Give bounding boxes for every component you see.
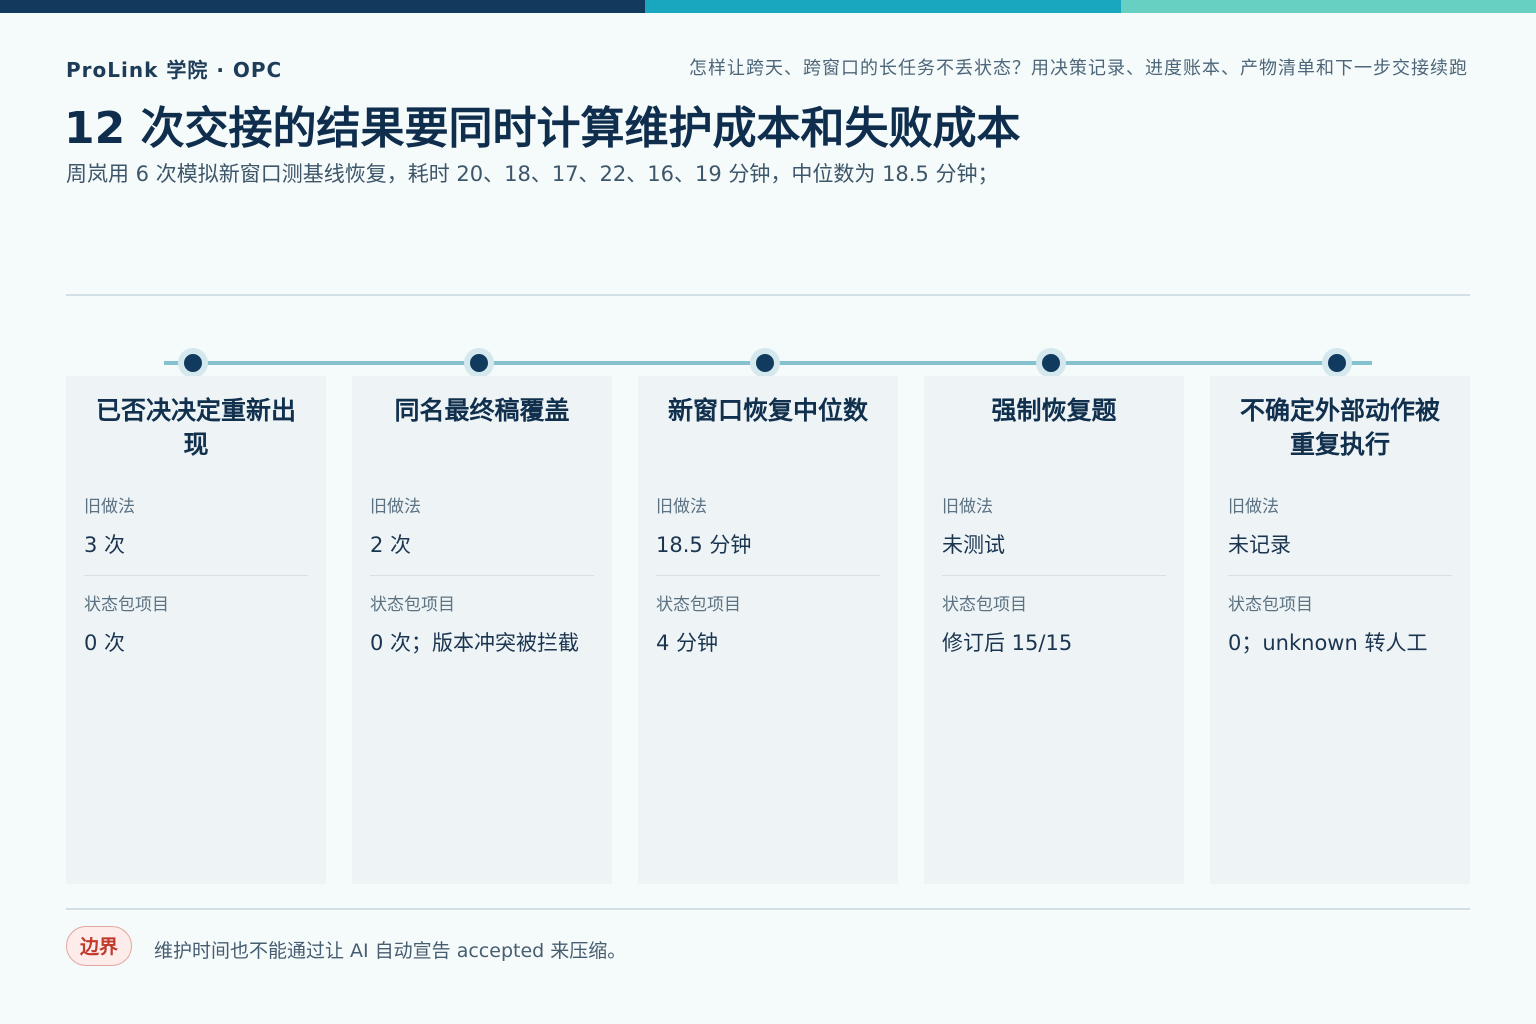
top-divider [66, 294, 1470, 296]
card-title: 新窗口恢复中位数 [667, 396, 868, 425]
bottom-divider [66, 908, 1470, 910]
metric-card: 同名最终稿覆盖 旧做法 2 次 状态包项目 0 次；版本冲突被拦截 [352, 376, 612, 884]
old-method-value: 18.5 分钟 [656, 533, 752, 557]
card-title: 已否决决定重新出现 [95, 396, 296, 459]
boundary-badge: 边界 [66, 926, 132, 966]
old-method-value: 2 次 [370, 533, 412, 557]
state-pack-value: 4 分钟 [656, 631, 719, 655]
timeline-dot [464, 348, 494, 378]
state-pack-value: 0 次 [84, 631, 126, 655]
metric-card: 已否决决定重新出现 旧做法 3 次 状态包项目 0 次 [66, 376, 326, 884]
card-divider [370, 575, 594, 576]
state-pack-label: 状态包项目 [370, 595, 455, 615]
boundary-note: 维护时间也不能通过让 AI 自动宣告 accepted 来压缩。 [154, 940, 627, 962]
metric-card: 新窗口恢复中位数 旧做法 18.5 分钟 状态包项目 4 分钟 [638, 376, 898, 884]
brand-label: ProLink 学院 · OPC [66, 58, 283, 82]
timeline-dot [1036, 348, 1066, 378]
old-method-value: 3 次 [84, 533, 126, 557]
timeline-dot [750, 348, 780, 378]
card-divider [1228, 575, 1452, 576]
card-title: 强制恢复题 [991, 396, 1117, 425]
accent-segment-teal [645, 0, 1121, 13]
timeline-dot [178, 348, 208, 378]
card-divider [942, 575, 1166, 576]
state-pack-label: 状态包项目 [656, 595, 741, 615]
state-pack-value: 0；unknown 转人工 [1228, 631, 1428, 655]
metric-card: 不确定外部动作被重复执行 旧做法 未记录 状态包项目 0；unknown 转人工 [1210, 376, 1470, 884]
old-method-label: 旧做法 [656, 497, 707, 517]
old-method-label: 旧做法 [370, 497, 421, 517]
state-pack-value: 0 次；版本冲突被拦截 [370, 631, 580, 655]
old-method-value: 未记录 [1228, 533, 1291, 557]
old-method-label: 旧做法 [1228, 497, 1279, 517]
card-title: 不确定外部动作被重复执行 [1239, 396, 1440, 459]
old-method-value: 未测试 [942, 533, 1005, 557]
accent-segment-mint [1121, 0, 1536, 13]
top-accent-bar [0, 0, 1536, 13]
state-pack-value: 修订后 15/15 [942, 631, 1073, 655]
timeline-dot [1322, 348, 1352, 378]
card-title: 同名最终稿覆盖 [394, 396, 570, 425]
state-pack-label: 状态包项目 [942, 595, 1027, 615]
card-divider [656, 575, 880, 576]
old-method-label: 旧做法 [84, 497, 135, 517]
old-method-label: 旧做法 [942, 497, 993, 517]
series-kicker: 怎样让跨天、跨窗口的长任务不丢状态？用决策记录、进度账本、产物清单和下一步交接续… [689, 58, 1468, 79]
card-divider [84, 575, 308, 576]
accent-segment-navy [0, 0, 645, 13]
page-title: 12 次交接的结果要同时计算维护成本和失败成本 [64, 103, 1021, 154]
state-pack-label: 状态包项目 [84, 595, 169, 615]
state-pack-label: 状态包项目 [1228, 595, 1313, 615]
page-subtitle: 周岚用 6 次模拟新窗口测基线恢复，耗时 20、18、17、22、16、19 分… [66, 162, 999, 186]
metric-card: 强制恢复题 旧做法 未测试 状态包项目 修订后 15/15 [924, 376, 1184, 884]
